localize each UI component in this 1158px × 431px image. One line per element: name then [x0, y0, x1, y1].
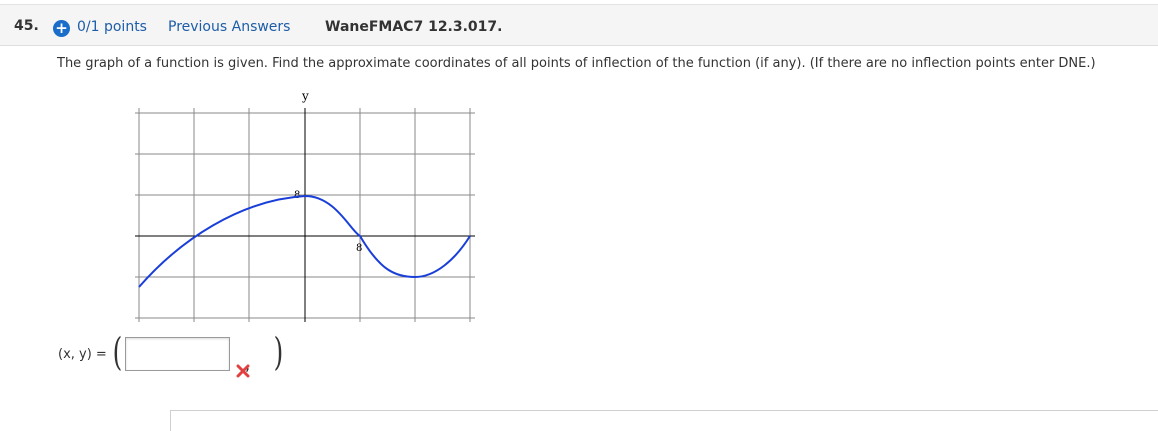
previous-answers-link[interactable]: Previous Answers: [168, 19, 290, 35]
question-header: 45. + 0/1 points Previous Answers WaneFM…: [0, 4, 1158, 46]
question-reference: WaneFMAC7 12.3.017.: [325, 19, 503, 35]
open-paren: (: [112, 330, 123, 374]
next-section-frame: [170, 410, 1158, 431]
x-tick-label: 8: [356, 243, 362, 254]
x-mark-icon: [236, 364, 250, 378]
question-number: 45.: [14, 18, 39, 34]
points-link[interactable]: 0/1 points: [77, 19, 147, 35]
function-graph: y x 8 8: [135, 90, 475, 322]
close-paren: ): [273, 330, 284, 374]
answer-label: (x, y) =: [58, 347, 107, 362]
answer-input[interactable]: [125, 337, 230, 371]
plus-icon[interactable]: +: [53, 20, 70, 37]
question-prompt: The graph of a function is given. Find t…: [57, 56, 1096, 71]
y-axis-label: y: [301, 90, 309, 103]
